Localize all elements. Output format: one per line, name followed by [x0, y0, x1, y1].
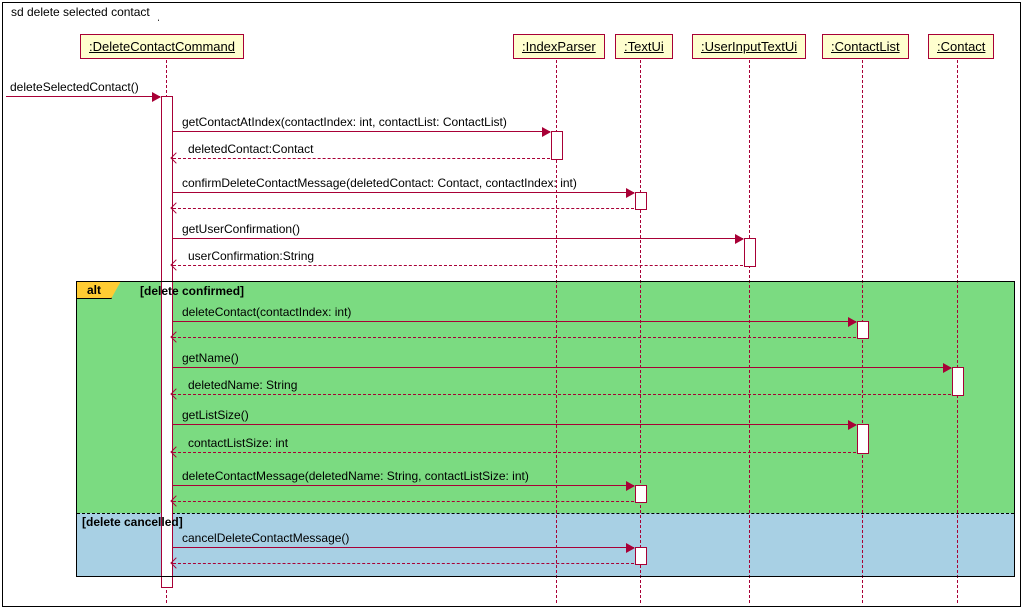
participant-delete-command: :DeleteContactCommand — [80, 34, 244, 59]
msg-confirm-delete-message — [173, 192, 634, 193]
participant-user-input-text-ui: :UserInputTextUi — [692, 34, 806, 59]
ret-delete-contact-message — [173, 501, 634, 502]
ret-confirm-delete-message — [173, 208, 634, 209]
ret-contact-list-size — [173, 452, 856, 453]
guard-delete-cancelled: [delete cancelled] — [82, 515, 183, 529]
sequence-diagram: sd delete selected contact :DeleteContac… — [0, 0, 1023, 609]
lbl-delete-contact-message: deleteContactMessage(deletedName: String… — [182, 469, 529, 483]
ret-user-confirmation — [173, 265, 743, 266]
activation-contact — [952, 367, 964, 396]
lifeline-contact — [957, 55, 958, 603]
ret-cancel-delete-message — [173, 563, 634, 564]
alt-label: alt — [76, 281, 112, 299]
msg-get-name — [173, 367, 951, 368]
lbl-get-contact-at-index: getContactAtIndex(contactIndex: int, con… — [182, 115, 507, 129]
lbl-contact-list-size: contactListSize: int — [188, 436, 288, 450]
participant-contact-list: :ContactList — [822, 34, 909, 59]
activation-text-ui-2 — [635, 485, 647, 503]
lbl-user-confirmation: userConfirmation:String — [188, 249, 314, 263]
msg-get-list-size — [173, 424, 856, 425]
ret-deleted-contact — [173, 158, 550, 159]
lbl-delete-contact: deleteContact(contactIndex: int) — [182, 305, 351, 319]
participant-contact: :Contact — [928, 34, 994, 59]
msg-delete-contact-message — [173, 485, 634, 486]
activation-contact-list-1 — [857, 321, 869, 339]
lbl-delete-selected-contact: deleteSelectedContact() — [10, 80, 139, 94]
diagram-title-tab: sd delete selected contact — [2, 2, 159, 21]
msg-delete-contact — [173, 321, 856, 322]
lbl-get-name: getName() — [182, 351, 239, 365]
participant-index-parser: :IndexParser — [513, 34, 605, 59]
participant-text-ui: :TextUi — [615, 34, 673, 59]
lbl-deleted-contact: deletedContact:Contact — [188, 142, 313, 156]
activation-user-input-text-ui — [744, 238, 756, 267]
msg-get-user-confirmation — [173, 238, 743, 239]
alt-divider — [77, 513, 1014, 514]
lifeline-user-input-text-ui — [749, 55, 750, 603]
ret-deleted-name — [173, 394, 951, 395]
lbl-deleted-name: deletedName: String — [188, 378, 297, 392]
msg-cancel-delete-message — [173, 547, 634, 548]
msg-get-contact-at-index — [173, 131, 550, 132]
lbl-cancel-delete-message: cancelDeleteContactMessage() — [182, 531, 349, 545]
activation-text-ui-3 — [635, 547, 647, 565]
lbl-get-list-size: getListSize() — [182, 408, 249, 422]
msg-delete-selected-contact — [6, 96, 160, 97]
ret-delete-contact — [173, 337, 856, 338]
lbl-confirm-delete-message: confirmDeleteContactMessage(deletedConta… — [182, 176, 577, 190]
activation-index-parser — [551, 131, 563, 160]
activation-contact-list-2 — [857, 424, 869, 454]
guard-delete-confirmed: [delete confirmed] — [140, 284, 244, 298]
lbl-get-user-confirmation: getUserConfirmation() — [182, 222, 300, 236]
lifeline-text-ui — [640, 55, 641, 603]
activation-text-ui-1 — [635, 192, 647, 210]
